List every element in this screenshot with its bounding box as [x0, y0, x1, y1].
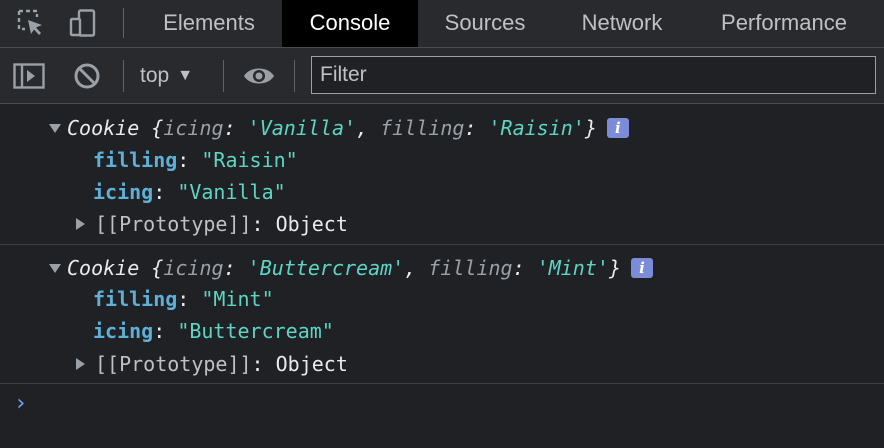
console-message: Cookie {icing: 'Buttercream', filling: '… — [0, 245, 884, 384]
devtools-tab-bar: Elements Console Sources Network Perform… — [0, 0, 884, 48]
tab-performance[interactable]: Performance — [702, 0, 866, 47]
expand-triangle-icon[interactable] — [76, 218, 85, 230]
tab-console[interactable]: Console — [282, 0, 418, 47]
prototype-key: [[Prototype]] — [95, 212, 252, 236]
expand-triangle-icon[interactable] — [76, 358, 85, 370]
preview-value: 'Mint' — [536, 256, 609, 280]
property-row: filling: "Raisin" — [93, 148, 298, 172]
property-row: icing: "Buttercream" — [93, 319, 334, 343]
property-value: "Raisin" — [201, 148, 298, 172]
toolbar-divider — [123, 60, 124, 92]
property-value: "Vanilla" — [177, 180, 286, 204]
toolbar-divider — [294, 60, 295, 92]
property-row: icing: "Vanilla" — [93, 180, 286, 204]
info-icon[interactable]: i — [606, 118, 629, 138]
prototype-row[interactable]: [[Prototype]]: Object — [95, 349, 348, 379]
info-icon[interactable]: i — [630, 258, 653, 278]
context-select[interactable]: top ▼ — [140, 60, 193, 92]
filter-input[interactable] — [311, 56, 876, 94]
preview-key: icing — [163, 256, 224, 280]
inspect-element-icon[interactable] — [16, 8, 46, 38]
preview-value: 'Buttercream' — [247, 256, 405, 280]
sidebar-toggle-icon[interactable] — [13, 63, 45, 89]
chevron-down-icon: ▼ — [177, 67, 194, 84]
preview-key: filling — [428, 256, 513, 280]
toolbar-divider — [223, 60, 224, 92]
property-key: filling — [93, 148, 178, 172]
live-expression-eye-icon[interactable] — [242, 64, 276, 88]
property-key: icing — [93, 319, 154, 343]
property-value: "Buttercream" — [177, 319, 334, 343]
expand-triangle-icon[interactable] — [49, 124, 61, 133]
prototype-value: Object — [275, 212, 348, 236]
object-preview[interactable]: Cookie {icing: 'Vanilla', filling: 'Rais… — [67, 113, 629, 143]
object-preview[interactable]: Cookie {icing: 'Buttercream', filling: '… — [67, 253, 653, 283]
tab-network[interactable]: Network — [564, 0, 680, 47]
preview-value: 'Raisin' — [488, 116, 585, 140]
console-prompt-chevron-icon[interactable]: › — [14, 392, 27, 416]
console-message: Cookie {icing: 'Vanilla', filling: 'Rais… — [0, 104, 884, 245]
prototype-row[interactable]: [[Prototype]]: Object — [95, 209, 348, 239]
property-key: icing — [93, 180, 154, 204]
clear-console-icon[interactable] — [73, 62, 101, 90]
property-value: "Mint" — [201, 287, 274, 311]
tab-elements[interactable]: Elements — [146, 0, 272, 47]
preview-key: filling — [380, 116, 465, 140]
preview-value: 'Vanilla' — [247, 116, 357, 140]
prototype-key: [[Prototype]] — [95, 352, 252, 376]
tab-bar-divider — [123, 8, 124, 38]
class-name: Cookie — [67, 116, 140, 140]
prototype-value: Object — [275, 352, 348, 376]
device-toolbar-icon[interactable] — [68, 8, 98, 38]
preview-key: icing — [163, 116, 224, 140]
property-key: filling — [93, 287, 178, 311]
expand-triangle-icon[interactable] — [49, 264, 61, 273]
context-select-value: top — [140, 64, 170, 87]
property-row: filling: "Mint" — [93, 287, 274, 311]
class-name: Cookie — [67, 256, 140, 280]
tab-sources[interactable]: Sources — [428, 0, 542, 47]
